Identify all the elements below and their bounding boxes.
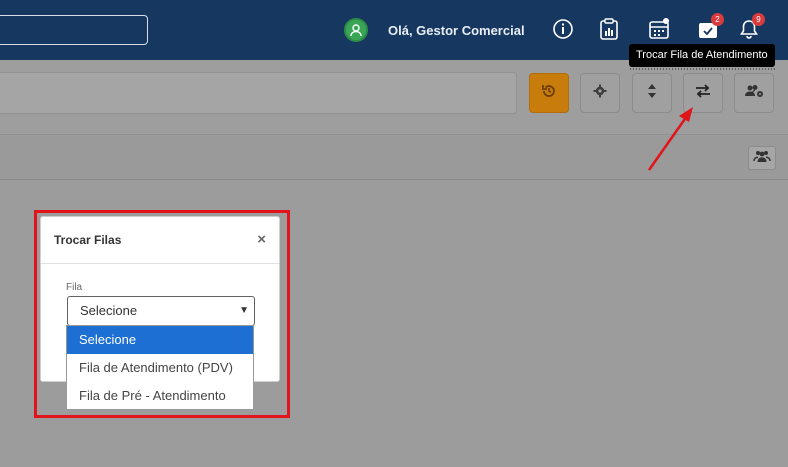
modal-title: Trocar Filas <box>54 233 122 247</box>
queue-dropdown-list: Selecione Fila de Atendimento (PDV) Fila… <box>66 325 254 410</box>
queue-select[interactable]: Selecione ▼ <box>67 296 255 326</box>
dropdown-option[interactable]: Fila de Atendimento (PDV) <box>67 354 253 382</box>
chevron-down-icon: ▼ <box>239 305 249 316</box>
modal-header: Trocar Filas × <box>41 217 279 264</box>
dropdown-option[interactable]: Selecione <box>67 326 253 354</box>
dropdown-option[interactable]: Fila de Pré - Atendimento <box>67 382 253 410</box>
queue-select-value: Selecione <box>80 303 138 318</box>
queue-field-label: Fila <box>66 282 83 293</box>
close-icon[interactable]: × <box>257 231 266 248</box>
